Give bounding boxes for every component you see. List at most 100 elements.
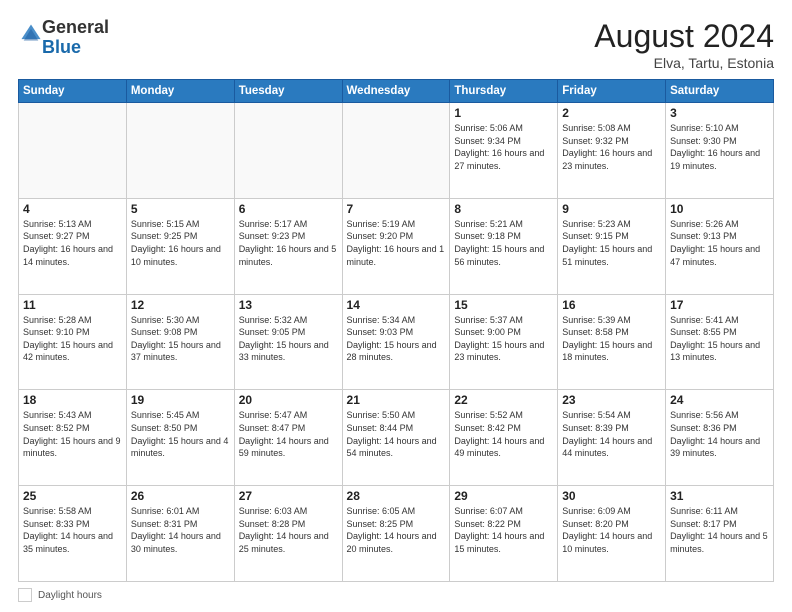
day-number: 21	[347, 393, 446, 407]
table-row: 9 Sunrise: 5:23 AM Sunset: 9:15 PM Daylig…	[558, 198, 666, 294]
logo-general-text: General	[42, 18, 109, 38]
header-saturday: Saturday	[666, 80, 774, 103]
table-row: 8Sunrise: 5:21 AM Sunset: 9:18 PM Daylig…	[450, 198, 558, 294]
day-info: Sunrise: 5:58 AM Sunset: 8:33 PM Dayligh…	[23, 505, 122, 555]
day-number: 29	[454, 489, 553, 503]
table-row: 22 Sunrise: 5:52 AM Sunset: 8:42 PM Dayli…	[450, 390, 558, 486]
day-number: 9	[562, 202, 661, 216]
day-number: 16	[562, 298, 661, 312]
day-info: Sunrise: 5:30 AM Sunset: 9:08 PM Dayligh…	[131, 314, 230, 364]
table-row: 14 Sunrise: 5:34 AM Sunset: 9:03 PM Dayli…	[342, 294, 450, 390]
day-info: Sunrise: 5:47 AM Sunset: 8:47 PM Dayligh…	[239, 409, 338, 459]
calendar-week-row: 1 Sunrise: 5:06 AM Sunset: 9:34 PM Daylig…	[19, 103, 774, 199]
day-info: Sunrise: 5:23 AM Sunset: 9:15 PM Dayligh…	[562, 218, 661, 268]
table-row	[19, 103, 127, 199]
day-info: Sunrise: 5:06 AM Sunset: 9:34 PM Dayligh…	[454, 122, 553, 172]
day-info: Sunrise: 6:09 AM Sunset: 8:20 PM Dayligh…	[562, 505, 661, 555]
day-info: Sunrise: 5:32 AM Sunset: 9:05 PM Dayligh…	[239, 314, 338, 364]
title-block: August 2024 Elva, Tartu, Estonia	[594, 18, 774, 71]
day-number: 3	[670, 106, 769, 120]
day-number: 17	[670, 298, 769, 312]
day-number: 30	[562, 489, 661, 503]
day-number: 27	[239, 489, 338, 503]
table-row: 2 Sunrise: 5:08 AM Sunset: 9:32 PM Daylig…	[558, 103, 666, 199]
day-info: Sunrise: 5:26 AM Sunset: 9:13 PM Dayligh…	[670, 218, 769, 268]
table-row	[126, 103, 234, 199]
day-info: Sunrise: 5:43 AM Sunset: 8:52 PM Dayligh…	[23, 409, 122, 459]
page: General Blue August 2024 Elva, Tartu, Es…	[0, 0, 792, 612]
table-row: 4Sunrise: 5:13 AM Sunset: 9:27 PM Daylig…	[19, 198, 127, 294]
day-number: 15	[454, 298, 553, 312]
day-number: 22	[454, 393, 553, 407]
table-row: 3 Sunrise: 5:10 AM Sunset: 9:30 PM Daylig…	[666, 103, 774, 199]
day-number: 5	[131, 202, 230, 216]
day-info: Sunrise: 5:10 AM Sunset: 9:30 PM Dayligh…	[670, 122, 769, 172]
table-row: 6Sunrise: 5:17 AM Sunset: 9:23 PM Daylig…	[234, 198, 342, 294]
day-info: Sunrise: 6:03 AM Sunset: 8:28 PM Dayligh…	[239, 505, 338, 555]
calendar-table: Sunday Monday Tuesday Wednesday Thursday…	[18, 79, 774, 582]
day-info: Sunrise: 5:54 AM Sunset: 8:39 PM Dayligh…	[562, 409, 661, 459]
table-row: 24Sunrise: 5:56 AM Sunset: 8:36 PM Dayli…	[666, 390, 774, 486]
day-info: Sunrise: 5:37 AM Sunset: 9:00 PM Dayligh…	[454, 314, 553, 364]
day-info: Sunrise: 5:45 AM Sunset: 8:50 PM Dayligh…	[131, 409, 230, 459]
day-info: Sunrise: 5:52 AM Sunset: 8:42 PM Dayligh…	[454, 409, 553, 459]
days-header-row: Sunday Monday Tuesday Wednesday Thursday…	[19, 80, 774, 103]
day-number: 24	[670, 393, 769, 407]
daylight-label: Daylight hours	[38, 590, 102, 601]
day-info: Sunrise: 6:05 AM Sunset: 8:25 PM Dayligh…	[347, 505, 446, 555]
day-number: 2	[562, 106, 661, 120]
day-number: 26	[131, 489, 230, 503]
calendar-week-row: 11Sunrise: 5:28 AM Sunset: 9:10 PM Dayli…	[19, 294, 774, 390]
table-row: 18 Sunrise: 5:43 AM Sunset: 8:52 PM Dayli…	[19, 390, 127, 486]
day-info: Sunrise: 6:07 AM Sunset: 8:22 PM Dayligh…	[454, 505, 553, 555]
day-number: 23	[562, 393, 661, 407]
day-number: 14	[347, 298, 446, 312]
header-wednesday: Wednesday	[342, 80, 450, 103]
header: General Blue August 2024 Elva, Tartu, Es…	[18, 18, 774, 71]
day-number: 19	[131, 393, 230, 407]
calendar-week-row: 25 Sunrise: 5:58 AM Sunset: 8:33 PM Dayli…	[19, 486, 774, 582]
header-friday: Friday	[558, 80, 666, 103]
month-year-title: August 2024	[594, 18, 774, 55]
table-row: 23 Sunrise: 5:54 AM Sunset: 8:39 PM Dayli…	[558, 390, 666, 486]
table-row: 25 Sunrise: 5:58 AM Sunset: 8:33 PM Dayli…	[19, 486, 127, 582]
table-row: 5 Sunrise: 5:15 AM Sunset: 9:25 PM Daylig…	[126, 198, 234, 294]
header-monday: Monday	[126, 80, 234, 103]
day-number: 1	[454, 106, 553, 120]
table-row: 31Sunrise: 6:11 AM Sunset: 8:17 PM Dayli…	[666, 486, 774, 582]
table-row: 30 Sunrise: 6:09 AM Sunset: 8:20 PM Dayli…	[558, 486, 666, 582]
day-info: Sunrise: 5:17 AM Sunset: 9:23 PM Dayligh…	[239, 218, 338, 268]
day-info: Sunrise: 6:01 AM Sunset: 8:31 PM Dayligh…	[131, 505, 230, 555]
location-subtitle: Elva, Tartu, Estonia	[594, 55, 774, 71]
day-info: Sunrise: 6:11 AM Sunset: 8:17 PM Dayligh…	[670, 505, 769, 555]
daylight-legend-box	[18, 588, 32, 602]
table-row: 7Sunrise: 5:19 AM Sunset: 9:20 PM Daylig…	[342, 198, 450, 294]
day-number: 10	[670, 202, 769, 216]
day-info: Sunrise: 5:08 AM Sunset: 9:32 PM Dayligh…	[562, 122, 661, 172]
header-sunday: Sunday	[19, 80, 127, 103]
day-info: Sunrise: 5:13 AM Sunset: 9:27 PM Dayligh…	[23, 218, 122, 268]
table-row: 16 Sunrise: 5:39 AM Sunset: 8:58 PM Dayli…	[558, 294, 666, 390]
day-number: 18	[23, 393, 122, 407]
day-info: Sunrise: 5:50 AM Sunset: 8:44 PM Dayligh…	[347, 409, 446, 459]
table-row: 19 Sunrise: 5:45 AM Sunset: 8:50 PM Dayli…	[126, 390, 234, 486]
day-info: Sunrise: 5:34 AM Sunset: 9:03 PM Dayligh…	[347, 314, 446, 364]
day-info: Sunrise: 5:39 AM Sunset: 8:58 PM Dayligh…	[562, 314, 661, 364]
logo-blue-text: Blue	[42, 38, 109, 58]
day-number: 25	[23, 489, 122, 503]
day-number: 28	[347, 489, 446, 503]
footer: Daylight hours	[18, 588, 774, 602]
table-row	[234, 103, 342, 199]
day-info: Sunrise: 5:41 AM Sunset: 8:55 PM Dayligh…	[670, 314, 769, 364]
day-number: 20	[239, 393, 338, 407]
table-row: 12Sunrise: 5:30 AM Sunset: 9:08 PM Dayli…	[126, 294, 234, 390]
table-row: 29 Sunrise: 6:07 AM Sunset: 8:22 PM Dayli…	[450, 486, 558, 582]
table-row: 28 Sunrise: 6:05 AM Sunset: 8:25 PM Dayli…	[342, 486, 450, 582]
table-row: 15 Sunrise: 5:37 AM Sunset: 9:00 PM Dayli…	[450, 294, 558, 390]
table-row: 10 Sunrise: 5:26 AM Sunset: 9:13 PM Dayli…	[666, 198, 774, 294]
day-info: Sunrise: 5:15 AM Sunset: 9:25 PM Dayligh…	[131, 218, 230, 268]
day-number: 13	[239, 298, 338, 312]
header-tuesday: Tuesday	[234, 80, 342, 103]
day-info: Sunrise: 5:19 AM Sunset: 9:20 PM Dayligh…	[347, 218, 446, 268]
calendar-week-row: 18 Sunrise: 5:43 AM Sunset: 8:52 PM Dayli…	[19, 390, 774, 486]
